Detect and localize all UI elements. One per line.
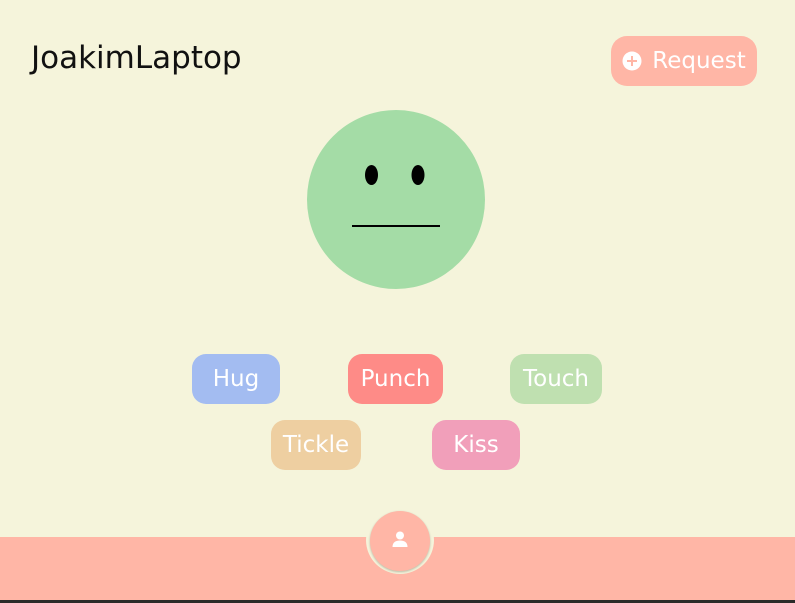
right-eye <box>411 165 425 185</box>
neutral-face-icon <box>307 110 485 289</box>
tickle-button[interactable]: Tickle <box>271 420 361 470</box>
request-button-label: Request <box>652 48 746 74</box>
touch-button[interactable]: Touch <box>510 354 602 404</box>
punch-button[interactable]: Punch <box>348 354 443 404</box>
device-name-title: JoakimLaptop <box>31 40 242 76</box>
face-circle <box>307 110 485 289</box>
add-circle-icon <box>622 51 642 71</box>
profile-fab-button[interactable] <box>370 511 430 571</box>
left-eye <box>365 165 378 185</box>
request-button[interactable]: Request <box>611 36 757 86</box>
person-icon <box>391 530 409 553</box>
hug-button[interactable]: Hug <box>192 354 280 404</box>
app-screen: JoakimLaptop Request Hug Punch Touch Tic… <box>0 0 795 603</box>
kiss-button[interactable]: Kiss <box>432 420 520 470</box>
